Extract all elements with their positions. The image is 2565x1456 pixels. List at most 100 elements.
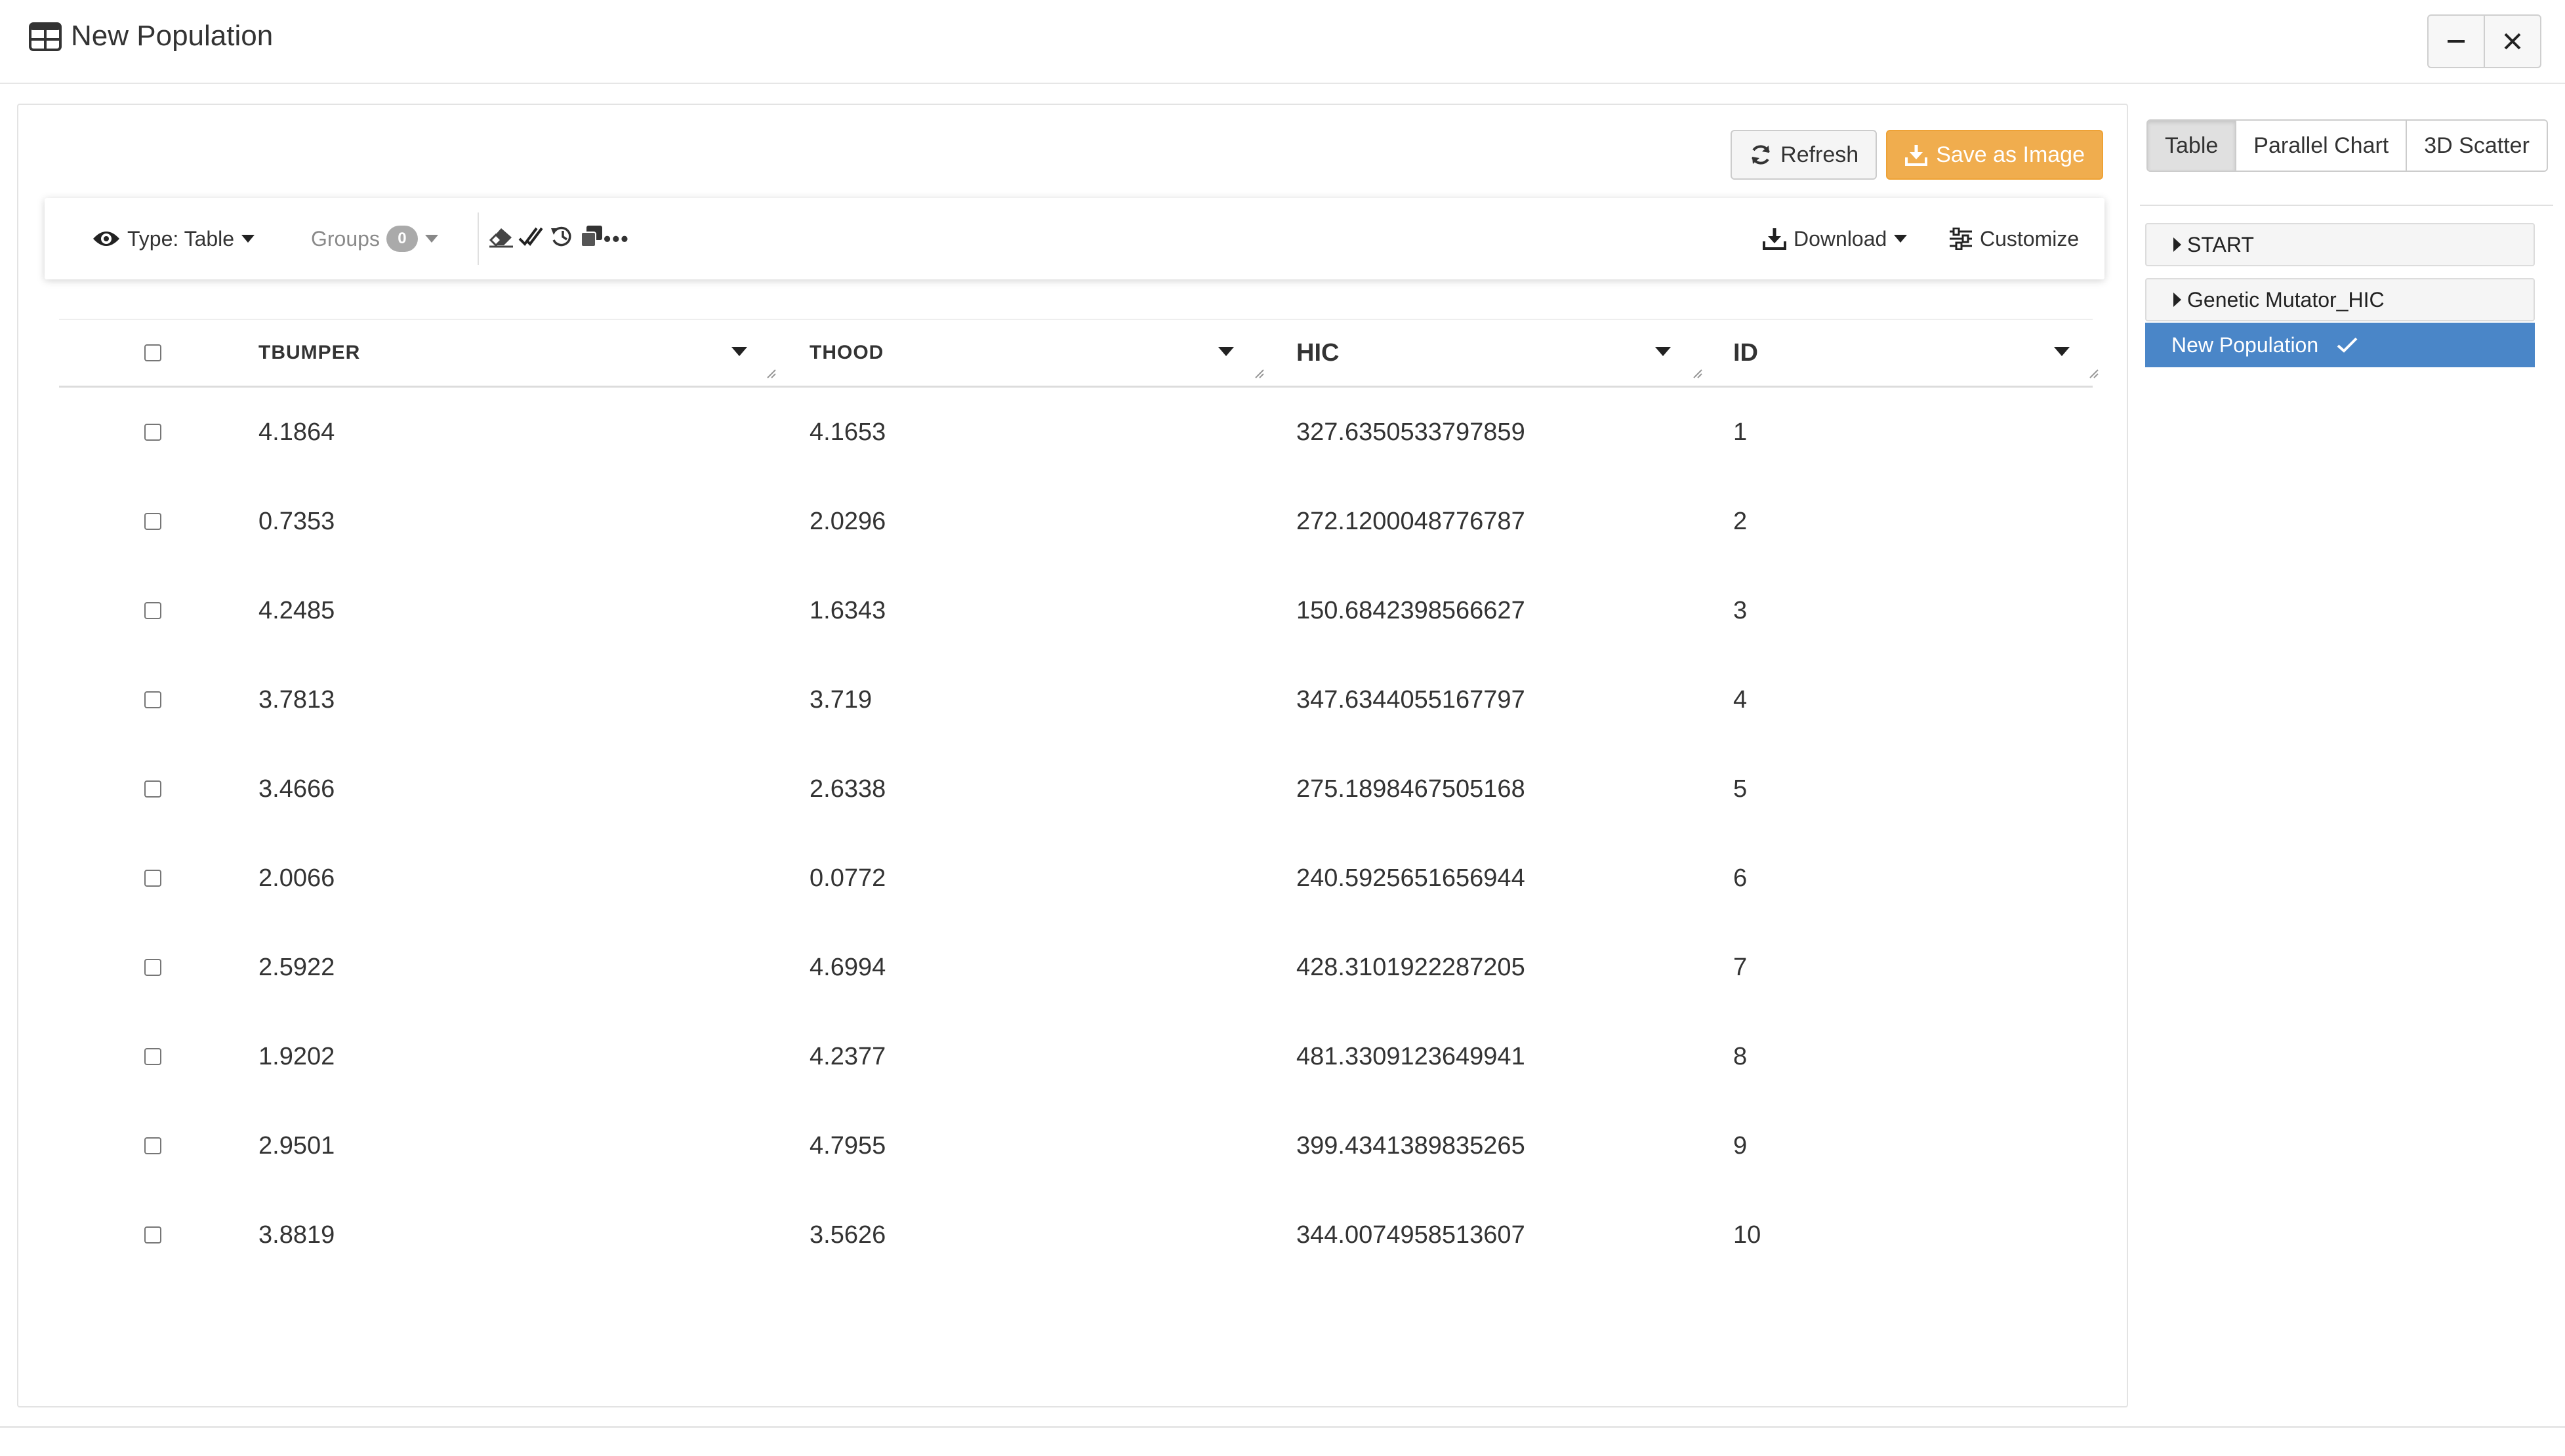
cell-id: 1	[1733, 418, 1748, 446]
tree-item-label: New Population	[2171, 333, 2319, 357]
cell-thood: 4.7955	[810, 1131, 886, 1160]
row-checkbox[interactable]	[144, 1137, 161, 1154]
table-row[interactable]: 4.1864 4.1653 327.6350533797859 1	[59, 388, 2093, 477]
row-checkbox[interactable]	[144, 691, 161, 708]
cell-hic: 481.3309123649941	[1296, 1042, 1525, 1070]
column-header-label: ID	[1733, 338, 1758, 367]
cell-tbumper: 4.1864	[258, 418, 335, 446]
column-menu-caret-icon[interactable]	[1654, 346, 1672, 357]
tree-item-new-population[interactable]: New Population	[2145, 323, 2535, 367]
row-checkbox[interactable]	[144, 1048, 161, 1065]
double-check-icon[interactable]	[518, 224, 544, 253]
table-row[interactable]: 3.8819 3.5626 344.0074958513607 10	[59, 1190, 2093, 1280]
save-as-image-button[interactable]: Save as Image	[1886, 130, 2103, 180]
row-checkbox[interactable]	[144, 424, 161, 441]
row-checkbox[interactable]	[144, 870, 161, 887]
row-checkbox-cell	[144, 1101, 161, 1190]
cell-id: 10	[1733, 1221, 1761, 1249]
cell-tbumper: 1.9202	[258, 1042, 335, 1070]
cell-tbumper: 3.7813	[258, 685, 335, 714]
caret-down-icon	[424, 235, 438, 243]
cell-thood: 4.1653	[810, 418, 886, 446]
caret-right-icon	[2173, 237, 2181, 252]
table-toolbar: Type: Table Groups 0 ••• Download Custom…	[45, 198, 2104, 279]
cell-hic: 275.1898467505168	[1296, 775, 1525, 803]
cell-hic: 344.0074958513607	[1296, 1221, 1525, 1249]
column-menu-caret-icon[interactable]	[2053, 346, 2070, 357]
table-row[interactable]: 4.2485 1.6343 150.6842398566627 3	[59, 566, 2093, 655]
caret-right-icon	[2173, 293, 2181, 307]
cell-tbumper: 0.7353	[258, 507, 335, 535]
column-resize-handle-icon[interactable]	[1254, 369, 1265, 379]
column-header-label: TBUMPER	[258, 342, 361, 363]
row-checkbox-cell	[144, 655, 161, 744]
cell-id: 7	[1733, 953, 1748, 981]
caret-down-icon	[241, 235, 255, 243]
table-row[interactable]: 2.0066 0.0772 240.5925651656944 6	[59, 834, 2093, 923]
row-checkbox-cell	[144, 1012, 161, 1101]
column-header-hic[interactable]: HIC	[1296, 320, 1339, 386]
table-row[interactable]: 1.9202 4.2377 481.3309123649941 8	[59, 1012, 2093, 1101]
groups-count-badge: 0	[386, 226, 418, 252]
close-button[interactable]	[2484, 16, 2540, 67]
cell-thood: 2.6338	[810, 775, 886, 803]
select-all-checkbox[interactable]	[144, 344, 161, 361]
row-checkbox[interactable]	[144, 513, 161, 530]
minimize-button[interactable]	[2429, 16, 2484, 67]
column-menu-caret-icon[interactable]	[731, 346, 748, 357]
table-row[interactable]: 0.7353 2.0296 272.1200048776787 2	[59, 477, 2093, 566]
save-as-image-label: Save as Image	[1936, 142, 2085, 167]
caret-down-icon	[1894, 235, 1908, 243]
table-body: 4.1864 4.1653 327.6350533797859 1 0.7353…	[59, 388, 2093, 1280]
cell-id: 6	[1733, 864, 1748, 892]
close-icon	[2504, 33, 2521, 50]
cell-id: 8	[1733, 1042, 1748, 1070]
column-resize-handle-icon[interactable]	[766, 369, 777, 379]
column-header-id[interactable]: ID	[1733, 320, 1758, 386]
history-icon[interactable]	[548, 224, 575, 253]
download-dropdown[interactable]: Download	[1762, 198, 1908, 279]
clone-icon[interactable]	[579, 224, 605, 253]
table-row[interactable]: 2.5922 4.6994 428.3101922287205 7	[59, 923, 2093, 1012]
table-row[interactable]: 2.9501 4.7955 399.4341389835265 9	[59, 1101, 2093, 1190]
cell-id: 4	[1733, 685, 1748, 714]
tab-table[interactable]: Table	[2148, 121, 2236, 171]
refresh-button[interactable]: Refresh	[1731, 130, 1878, 180]
more-options-button[interactable]: •••	[604, 198, 630, 279]
groups-dropdown[interactable]: Groups 0	[311, 198, 439, 279]
customize-button[interactable]: Customize	[1948, 198, 2079, 279]
column-header-tbumper[interactable]: TBUMPER	[258, 320, 360, 386]
row-checkbox[interactable]	[144, 959, 161, 976]
download-label: Download	[1794, 226, 1887, 251]
table-row[interactable]: 3.7813 3.719 347.6344055167797 4	[59, 655, 2093, 744]
eraser-icon[interactable]	[488, 224, 514, 253]
tab-parallel-chart[interactable]: Parallel Chart	[2235, 121, 2406, 171]
window-controls	[2427, 14, 2541, 68]
toolbar-divider	[478, 212, 479, 265]
column-resize-handle-icon[interactable]	[2089, 369, 2099, 379]
tree-item-start[interactable]: START	[2145, 223, 2535, 266]
cell-hic: 428.3101922287205	[1296, 953, 1525, 981]
type-dropdown[interactable]: Type: Table	[92, 198, 255, 279]
row-checkbox[interactable]	[144, 602, 161, 619]
cell-id: 9	[1733, 1131, 1748, 1160]
column-header-thood[interactable]: THOOD	[810, 320, 884, 386]
row-checkbox-cell	[144, 923, 161, 1012]
row-checkbox-cell	[144, 744, 161, 834]
cell-id: 2	[1733, 507, 1748, 535]
cell-hic: 150.6842398566627	[1296, 596, 1525, 624]
cell-hic: 272.1200048776787	[1296, 507, 1525, 535]
type-label: Type: Table	[127, 226, 235, 251]
row-checkbox[interactable]	[144, 780, 161, 798]
cell-thood: 3.719	[810, 685, 872, 714]
tab-3d-scatter[interactable]: 3D Scatter	[2406, 121, 2547, 171]
tree-item-genetic-mutator-hic[interactable]: Genetic Mutator_HIC	[2145, 278, 2535, 321]
column-resize-handle-icon[interactable]	[1693, 369, 1703, 379]
column-menu-caret-icon[interactable]	[1218, 346, 1235, 357]
panel-actions: Refresh Save as Image	[1731, 130, 2103, 180]
cell-tbumper: 4.2485	[258, 596, 335, 624]
table-row[interactable]: 3.4666 2.6338 275.1898467505168 5	[59, 744, 2093, 834]
cell-hic: 240.5925651656944	[1296, 864, 1525, 892]
customize-label: Customize	[1980, 226, 2080, 251]
row-checkbox[interactable]	[144, 1226, 161, 1244]
